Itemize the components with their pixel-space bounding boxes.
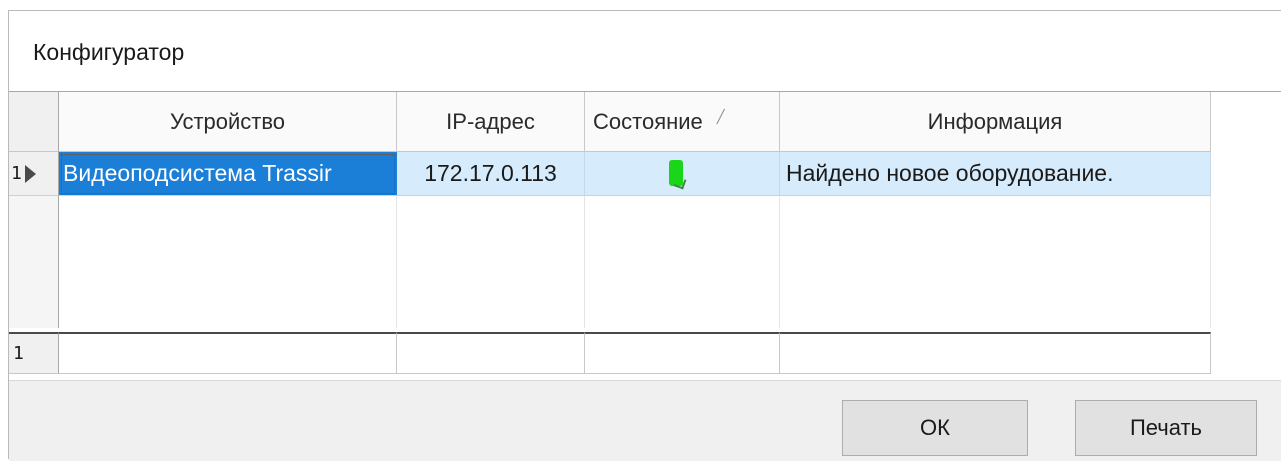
- cell-state[interactable]: [585, 152, 780, 196]
- row-indicator[interactable]: 1: [9, 152, 59, 196]
- empty-area-ip: [397, 196, 585, 328]
- dialog-title: Конфигуратор: [33, 39, 185, 65]
- column-header-info[interactable]: Информация: [780, 92, 1211, 152]
- column-header-state-label: Состояние: [593, 108, 703, 134]
- sort-indicator-icon: ╱: [716, 108, 725, 124]
- row-number: 1: [11, 163, 22, 184]
- configurator-dialog: Конфигуратор Устройство IP-адрес Состоян…: [8, 10, 1281, 461]
- cell-device[interactable]: Видеоподсистема Trassir: [59, 152, 397, 196]
- column-header-ip[interactable]: IP-адрес: [397, 92, 585, 152]
- current-row-arrow-icon: [24, 164, 36, 183]
- footer-cell-ip: [397, 332, 585, 374]
- footer-cell-device: [59, 332, 397, 374]
- footer-cell-state: [585, 332, 780, 374]
- footer-cell-info: [780, 332, 1211, 374]
- button-bar: ОК Печать: [9, 380, 1281, 461]
- empty-area-state: [585, 196, 780, 328]
- header-indicator-cell: [9, 92, 59, 152]
- empty-indicator-area: [9, 196, 59, 328]
- column-header-device[interactable]: Устройство: [59, 92, 397, 152]
- empty-area-info: [780, 196, 1211, 328]
- column-header-state[interactable]: Состояние ╱: [585, 92, 780, 152]
- cell-info[interactable]: Найдено новое оборудование.: [780, 152, 1211, 196]
- footer-count: 1: [9, 332, 59, 374]
- devices-grid[interactable]: Устройство IP-адрес Состояние ╱ Информац…: [9, 91, 1281, 380]
- print-button[interactable]: Печать: [1075, 400, 1257, 456]
- empty-area-device: [59, 196, 397, 328]
- green-status-icon: [669, 160, 683, 186]
- ok-button[interactable]: ОК: [842, 400, 1028, 456]
- cell-ip[interactable]: 172.17.0.113: [397, 152, 585, 196]
